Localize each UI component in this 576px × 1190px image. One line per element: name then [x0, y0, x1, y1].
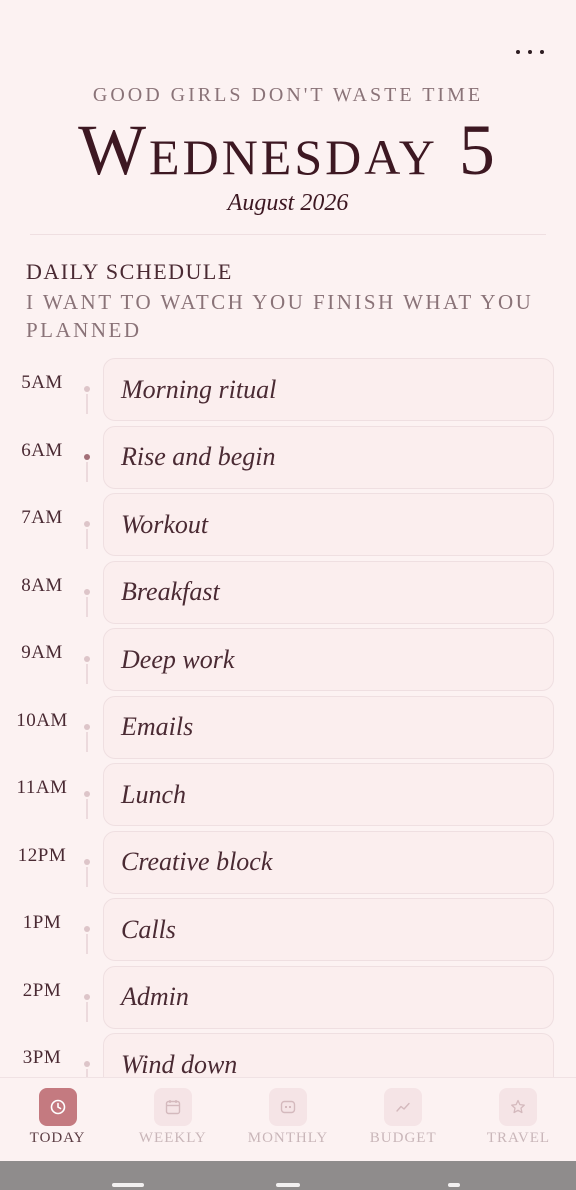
time-label: 2PM: [22, 979, 62, 1001]
task-card[interactable]: Morning ritual: [103, 358, 554, 421]
schedule-row: 3PM Wind down: [0, 1033, 576, 1078]
task-label: Rise and begin: [121, 442, 276, 471]
task-card[interactable]: Deep work: [103, 628, 554, 691]
timeline-connector: [86, 664, 88, 684]
nav-tab-label: WEEKLY: [138, 1130, 207, 1146]
task-label: Emails: [121, 712, 194, 741]
task-card[interactable]: Emails: [103, 695, 554, 759]
current-time-dot: [84, 453, 90, 460]
recent-apps-button[interactable]: [112, 1183, 144, 1187]
nav-tab-label: TODAY: [29, 1130, 86, 1146]
time-label: 11AM: [16, 777, 68, 798]
timeline-dot: [84, 521, 90, 527]
task-card[interactable]: Wind down: [103, 1033, 554, 1078]
schedule-row: 2PM Admin: [0, 965, 576, 1030]
task-label: Calls: [121, 914, 176, 944]
task-label: Wind down: [121, 1049, 238, 1079]
task-label: Morning ritual: [121, 374, 277, 404]
section-subtitle: I WANT TO WATCH YOU FINISH WHAT YOU PLAN…: [26, 290, 534, 342]
time-label: 8AM: [21, 574, 63, 596]
timeline-connector: [86, 731, 88, 752]
timeline-dot: [84, 656, 90, 662]
schedule-row: 1PM Calls: [0, 898, 576, 962]
timeline-connector: [86, 1001, 88, 1022]
section-title: DAILY SCHEDULE: [26, 259, 233, 284]
nav-tab-label: BUDGET: [369, 1130, 437, 1146]
schedule-row: 9AM Deep work: [0, 628, 576, 692]
clock-icon: [38, 1088, 77, 1126]
timeline-dot: [84, 588, 90, 595]
star-icon: [499, 1088, 538, 1126]
timeline-connector: [86, 461, 88, 482]
task-card[interactable]: Workout: [103, 493, 554, 556]
schedule-row: 12PM Creative block: [0, 830, 576, 895]
task-card[interactable]: Breakfast: [103, 560, 554, 624]
nav-tab-weekly[interactable]: WEEKLY: [115, 1078, 230, 1161]
more-horizontal-icon: [516, 50, 520, 54]
timeline-connector: [86, 596, 88, 617]
date-label: August 2026: [227, 190, 349, 216]
nav-tab-today[interactable]: TODAY: [0, 1078, 115, 1161]
time-label: 12PM: [17, 844, 67, 866]
time-label: 10AM: [16, 709, 68, 731]
nav-tab-label: TRAVEL: [486, 1130, 551, 1146]
nav-tab-travel[interactable]: TRAVEL: [461, 1078, 576, 1161]
task-label: Creative block: [121, 847, 273, 876]
timeline-connector: [86, 866, 88, 887]
time-label: 1PM: [22, 912, 62, 933]
bottom-nav: TODAY WEEKLY MONTHLY BUDGET TRAVEL: [0, 1077, 576, 1161]
task-card[interactable]: Calls: [103, 898, 554, 961]
time-label: 7AM: [21, 507, 63, 528]
task-card[interactable]: Lunch: [103, 763, 554, 826]
timeline-connector: [86, 799, 88, 819]
schedule-row: 11AM Lunch: [0, 763, 576, 827]
timeline-dot: [84, 791, 90, 797]
schedule-row: 8AM Breakfast: [0, 560, 576, 625]
schedule-row: 10AM Emails: [0, 695, 576, 760]
schedule-row: 5AM Morning ritual: [0, 358, 576, 422]
back-button[interactable]: [448, 1183, 460, 1187]
task-label: Lunch: [121, 779, 186, 809]
system-nav-bar: [0, 1161, 576, 1190]
nav-tab-budget[interactable]: BUDGET: [346, 1078, 461, 1161]
task-label: Breakfast: [121, 577, 220, 606]
task-label: Admin: [121, 982, 189, 1011]
home-button[interactable]: [276, 1183, 300, 1187]
header-divider: [30, 234, 546, 235]
timeline-dot: [84, 858, 90, 865]
task-label: Workout: [121, 509, 209, 539]
time-label: 5AM: [21, 372, 63, 393]
monthly-grid-icon: [269, 1088, 307, 1126]
trend-chart-icon: [384, 1088, 423, 1126]
timeline-connector: [86, 394, 88, 414]
time-label: 9AM: [21, 642, 63, 663]
tagline: GOOD GIRLS DON'T WASTE TIME: [92, 84, 484, 106]
schedule-list[interactable]: 5AM Morning ritual 6AM Rise and begin 7AM Wor…: [0, 358, 576, 1078]
calendar-icon: [153, 1088, 192, 1126]
schedule-row: 6AM Rise and begin: [0, 425, 576, 490]
more-options-button[interactable]: [516, 40, 544, 64]
nav-tab-monthly[interactable]: MONTHLY: [230, 1078, 345, 1161]
nav-tab-label: MONTHLY: [247, 1130, 329, 1146]
task-card[interactable]: Admin: [103, 965, 554, 1029]
task-card[interactable]: Creative block: [103, 830, 554, 894]
time-label: 6AM: [21, 439, 63, 461]
time-label: 3PM: [22, 1047, 62, 1068]
timeline-connector: [86, 934, 88, 954]
timeline-dot: [84, 1061, 90, 1067]
timeline-dot: [84, 926, 90, 932]
task-card[interactable]: Rise and begin: [103, 425, 554, 489]
task-label: Deep work: [121, 644, 235, 674]
timeline-dot: [84, 723, 90, 730]
schedule-row: 7AM Workout: [0, 493, 576, 557]
timeline-connector: [86, 529, 88, 549]
timeline-dot: [84, 386, 90, 392]
page-title: Wednesday 5: [78, 110, 498, 190]
timeline-dot: [84, 993, 90, 1000]
